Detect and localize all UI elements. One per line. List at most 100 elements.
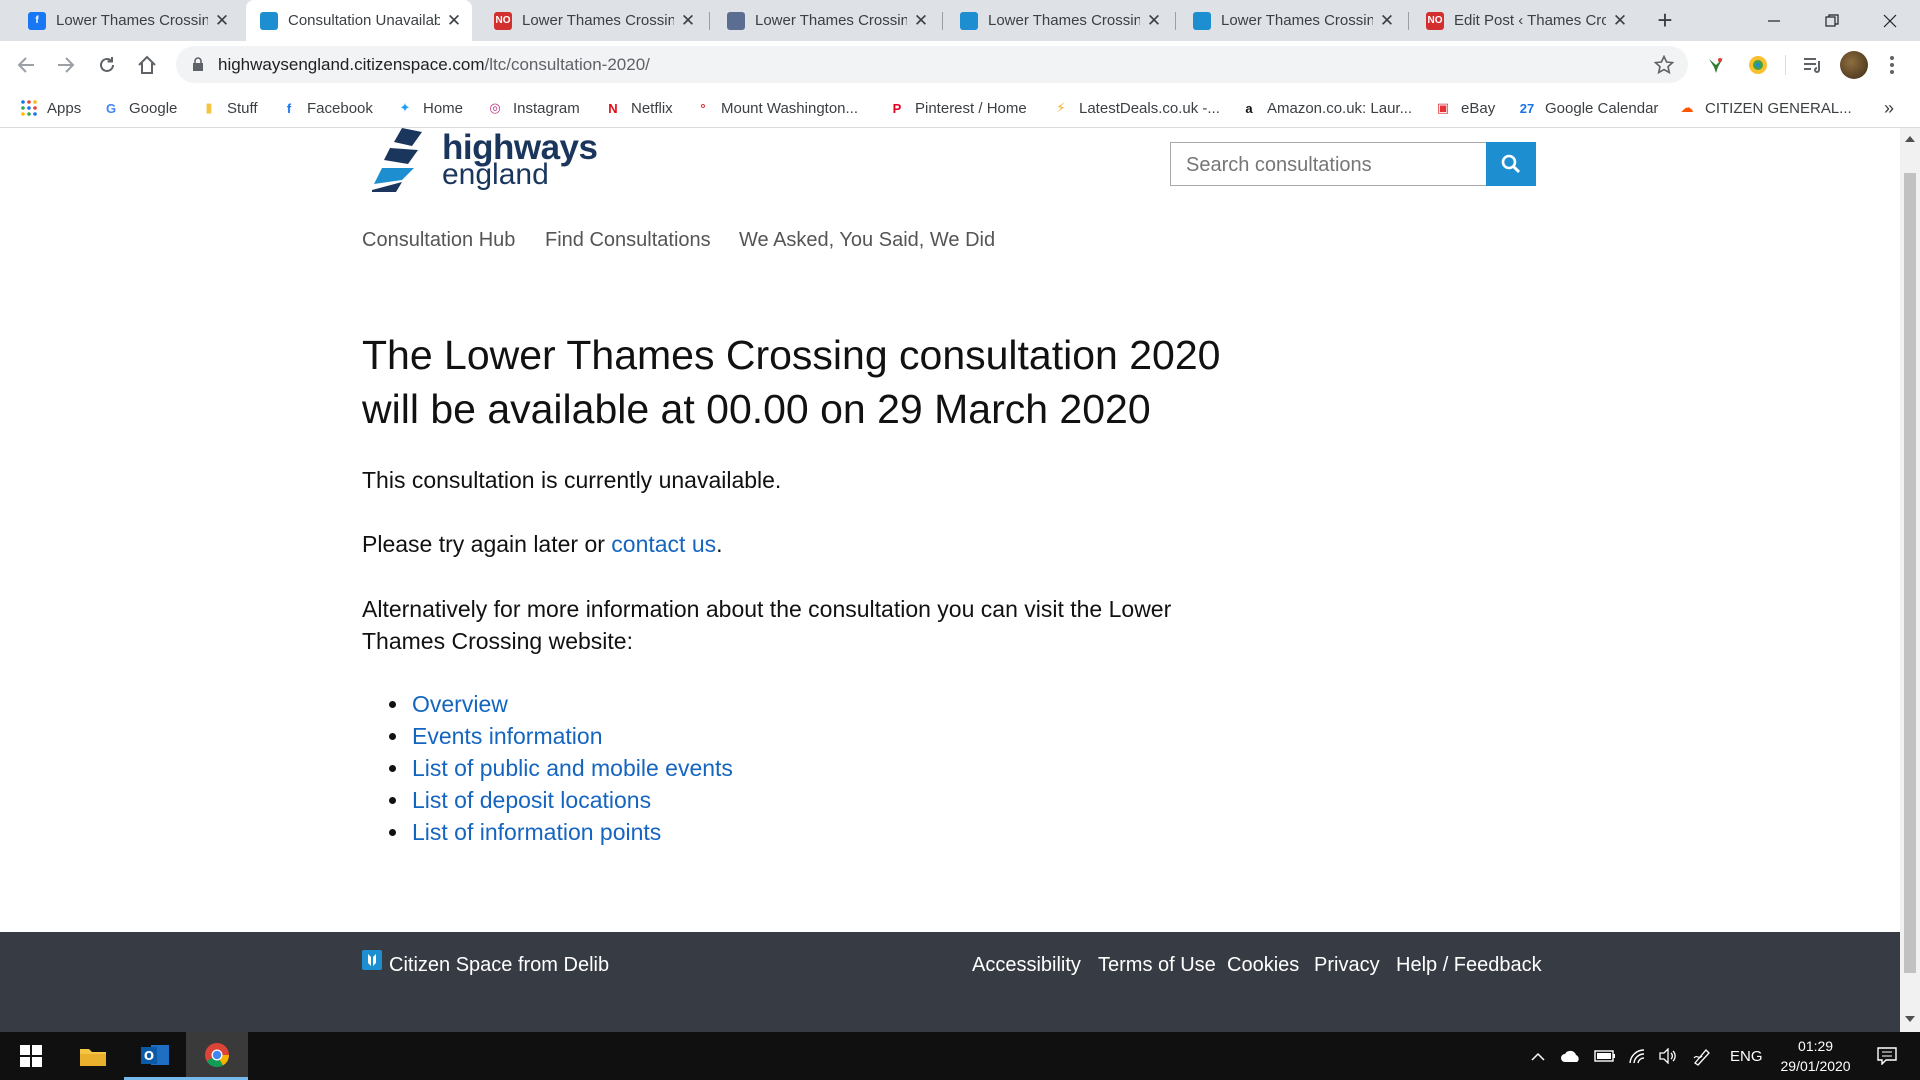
scrollbar-thumb[interactable] [1904, 173, 1916, 973]
profile-avatar[interactable] [1840, 51, 1868, 79]
footer-help-feedback-link[interactable]: Help / Feedback [1396, 954, 1542, 977]
bookmark-item[interactable]: ⚡ LatestDeals.co.uk -... [1052, 88, 1220, 128]
input-language[interactable]: ENG [1730, 1048, 1763, 1065]
no-badge-icon: NO [494, 11, 512, 30]
bookmark-item[interactable]: N Netflix [604, 88, 672, 128]
footer-cookies-link[interactable]: Cookies [1227, 954, 1299, 977]
footer-terms-link[interactable]: Terms of Use [1098, 954, 1216, 977]
mount-washington-icon: ° [700, 100, 706, 116]
bookmark-item[interactable]: ✦ Home [396, 88, 463, 128]
nav-consultation-hub[interactable]: Consultation Hub [362, 229, 515, 252]
browser-tab[interactable]: NO Lower Thames Crossing ✕ [480, 0, 706, 41]
browser-tab[interactable]: Lower Thames Crossing ✕ [1179, 0, 1405, 41]
web-page: highways england Search consultations Co… [0, 128, 1900, 1032]
citizen-space-icon [960, 11, 978, 30]
new-tab-button[interactable]: + [1650, 5, 1680, 35]
bookmarks-overflow-button[interactable]: » [1884, 88, 1894, 128]
close-tab-icon[interactable]: ✕ [214, 11, 230, 31]
file-explorer-taskbar-button[interactable] [62, 1032, 124, 1080]
search-button[interactable] [1486, 142, 1536, 186]
close-tab-icon[interactable]: ✕ [680, 11, 696, 31]
home-button[interactable] [131, 49, 163, 81]
scroll-down-icon[interactable] [1905, 1016, 1915, 1022]
scroll-up-icon[interactable] [1905, 136, 1915, 142]
browser-tab[interactable]: NO Edit Post ‹ Thames Crossing ✕ [1412, 0, 1638, 41]
tray-expand-icon[interactable] [1530, 1051, 1546, 1061]
bookmark-item[interactable]: ° Mount Washington... [694, 88, 858, 128]
nav-find-consultations[interactable]: Find Consultations [545, 229, 711, 252]
footer-privacy-link[interactable]: Privacy [1314, 954, 1380, 977]
reload-button[interactable] [91, 49, 123, 81]
close-tab-icon[interactable]: ✕ [913, 11, 929, 31]
bookmark-item[interactable]: 27 Google Calendar [1518, 88, 1659, 128]
link-deposit-locations[interactable]: List of deposit locations [362, 784, 733, 816]
contact-us-link[interactable]: contact us [611, 531, 716, 557]
bookmark-label: Mount Washington... [721, 99, 859, 117]
tab-title: Lower Thames Crossing [522, 12, 674, 29]
bookmark-item[interactable]: P Pinterest / Home [888, 88, 1027, 128]
alternative-info: Alternatively for more information about… [362, 593, 1242, 657]
bookmark-label: Home [423, 99, 464, 117]
browser-tab[interactable]: Lower Thames Crossing ✕ [946, 0, 1172, 41]
action-center-icon[interactable] [1876, 1047, 1897, 1065]
chrome-taskbar-button[interactable] [186, 1032, 248, 1080]
close-tab-icon[interactable]: ✕ [1612, 11, 1628, 31]
instagram-icon: ◎ [489, 100, 501, 115]
close-tab-icon[interactable]: ✕ [1146, 11, 1162, 31]
highways-england-logo-icon[interactable] [372, 128, 438, 192]
bookmark-item[interactable]: ☁ CITIZEN GENERAL... [1678, 88, 1852, 128]
link-public-mobile-events[interactable]: List of public and mobile events [362, 752, 733, 784]
volume-icon[interactable] [1658, 1048, 1678, 1064]
footer-brand-link[interactable]: Citizen Space from Delib [389, 954, 609, 977]
minimize-button[interactable] [1746, 0, 1802, 41]
bookmark-item[interactable]: G Google [102, 88, 177, 128]
search-input[interactable]: Search consultations [1170, 142, 1486, 186]
pen-workspace-icon[interactable] [1692, 1046, 1712, 1066]
windows-logo-icon [20, 1045, 42, 1067]
bookmark-item[interactable]: f Facebook [280, 88, 373, 128]
page-scrollbar[interactable] [1900, 128, 1920, 1032]
restore-button[interactable] [1804, 0, 1860, 41]
media-queue-icon[interactable] [1802, 55, 1824, 75]
bookmark-item[interactable]: ▣ eBay [1434, 88, 1495, 128]
back-button[interactable] [10, 49, 42, 81]
page-title-line-2: will be available at 00.00 on 29 March 2… [362, 386, 1151, 432]
extension-hummingbird-icon[interactable] [1706, 55, 1726, 75]
close-tab-icon[interactable]: ✕ [446, 11, 462, 31]
link-events-information[interactable]: Events information [362, 720, 733, 752]
bookmark-item[interactable]: Apps [20, 88, 81, 128]
tab-title: Edit Post ‹ Thames Crossing [1454, 12, 1606, 29]
onedrive-cloud-icon[interactable] [1560, 1049, 1582, 1063]
close-tab-icon[interactable]: ✕ [1379, 11, 1395, 31]
address-bar[interactable]: highwaysengland.citizenspace.com/ltc/con… [176, 46, 1688, 83]
netflix-icon: N [608, 100, 618, 116]
restore-icon [1825, 13, 1839, 27]
footer-accessibility-link[interactable]: Accessibility [972, 954, 1081, 977]
browser-tab[interactable]: Consultation Unavailable ✕ [246, 0, 472, 41]
browser-tab[interactable]: f Lower Thames Crossing ✕ [14, 0, 240, 41]
tab-separator [709, 12, 710, 30]
page-title: The Lower Thames Crossing consultation 2… [362, 328, 1242, 436]
bookmark-label: LatestDeals.co.uk -... [1079, 99, 1220, 117]
bookmark-item[interactable]: ◎ Instagram [486, 88, 579, 128]
outlook-taskbar-button[interactable]: O [124, 1032, 186, 1080]
bookmark-item[interactable]: ▮ Stuff [200, 88, 257, 128]
browser-tab[interactable]: Lower Thames Crossing ✕ [713, 0, 939, 41]
citizen-space-icon [260, 11, 278, 30]
extension-globe-icon[interactable] [1747, 54, 1769, 76]
bookmark-star-icon[interactable] [1654, 55, 1674, 75]
bookmark-item[interactable]: a Amazon.co.uk: Laur... [1240, 88, 1412, 128]
chrome-menu-icon[interactable] [1889, 55, 1895, 75]
site-footer: Citizen Space from Delib Accessibility T… [0, 932, 1900, 1032]
battery-icon[interactable] [1594, 1050, 1616, 1062]
link-overview[interactable]: Overview [362, 688, 733, 720]
retry-message: Please try again later or contact us. [362, 528, 1242, 560]
start-button[interactable] [0, 1032, 62, 1080]
clock[interactable]: 01:29 29/01/2020 [1781, 1036, 1851, 1076]
toolbar-divider [1785, 55, 1786, 75]
nav-we-asked-you-said-we-did[interactable]: We Asked, You Said, We Did [739, 229, 995, 252]
close-window-button[interactable] [1862, 0, 1918, 41]
wifi-icon[interactable] [1628, 1048, 1648, 1064]
forward-button[interactable] [50, 49, 82, 81]
link-information-points[interactable]: List of information points [362, 816, 733, 848]
